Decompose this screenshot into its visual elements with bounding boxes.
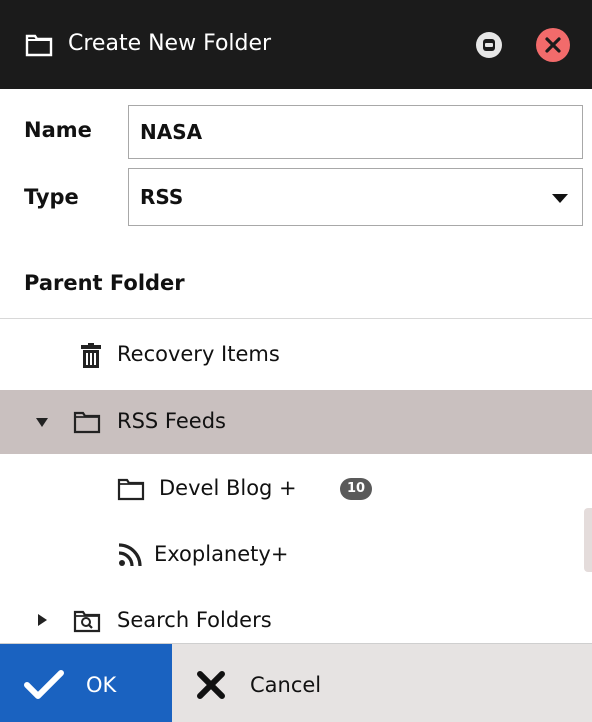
check-icon — [24, 670, 64, 704]
scrollbar[interactable] — [584, 508, 592, 572]
dialog-title: Create New Folder — [68, 31, 272, 56]
parent-folder-label: Parent Folder — [24, 271, 185, 295]
cancel-button[interactable]: Cancel — [172, 644, 372, 722]
ok-label: OK — [86, 673, 117, 697]
search-folder-icon — [73, 609, 101, 637]
tree-item-label: RSS Feeds — [117, 409, 226, 433]
dialog-footer: OK Cancel — [0, 643, 592, 722]
create-folder-dialog: Create New Folder Name Type RSS Parent F… — [0, 0, 592, 722]
close-icon — [545, 37, 561, 53]
tree-item-label: Exoplanety+ — [154, 542, 289, 566]
folder-icon — [73, 410, 101, 438]
type-label: Type — [24, 185, 79, 209]
ok-button[interactable]: OK — [0, 644, 172, 722]
tree-item-recovery-items[interactable]: Recovery Items — [0, 323, 592, 387]
tree-item-label: Search Folders — [117, 608, 272, 632]
tree-item-rss-feeds[interactable]: RSS Feeds — [0, 390, 592, 454]
name-label: Name — [24, 118, 92, 142]
folder-icon — [117, 477, 145, 505]
type-select[interactable]: RSS — [128, 168, 583, 226]
name-input[interactable] — [128, 105, 583, 159]
folder-icon — [25, 33, 53, 57]
title-bar: Create New Folder — [0, 0, 592, 89]
tree-item-label: Recovery Items — [117, 342, 280, 366]
trash-icon — [80, 343, 102, 373]
type-select-value: RSS — [140, 185, 184, 209]
restore-icon — [483, 39, 495, 51]
restore-button[interactable] — [476, 32, 502, 58]
tree-item-search-folders[interactable]: Search Folders — [0, 589, 592, 643]
chevron-down-icon[interactable] — [36, 418, 48, 427]
chevron-down-icon — [552, 194, 568, 203]
tree-item-exoplanety[interactable]: Exoplanety+ — [0, 523, 592, 587]
folder-tree: Recovery Items RSS Feeds Devel Blog + 10 — [0, 319, 592, 643]
unread-count-badge: 10 — [340, 478, 372, 500]
close-button[interactable] — [536, 28, 570, 62]
cancel-label: Cancel — [250, 673, 322, 697]
tree-item-devel-blog[interactable]: Devel Blog + 10 — [0, 457, 592, 521]
chevron-right-icon[interactable] — [38, 614, 47, 626]
tree-item-label: Devel Blog + — [159, 476, 297, 500]
x-icon — [196, 671, 226, 703]
rss-icon — [118, 543, 142, 571]
